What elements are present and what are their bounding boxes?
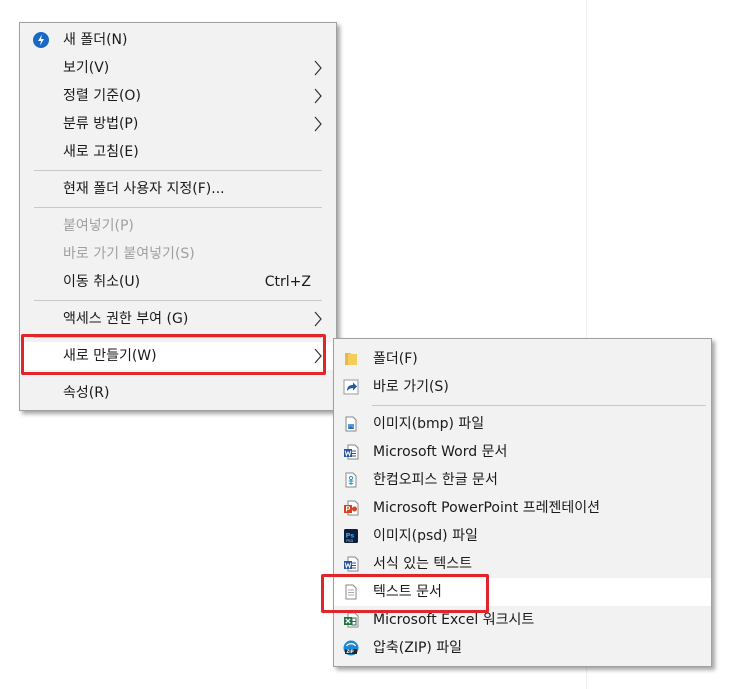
menu-item-label: 서식 있는 텍스트 xyxy=(373,556,473,572)
chevron-right-icon xyxy=(314,311,322,327)
menu-item-refresh[interactable]: 새로 고침(E) xyxy=(20,138,336,166)
shortcut-icon xyxy=(343,379,359,395)
svg-text:ZIP: ZIP xyxy=(346,649,353,654)
rich-text-icon xyxy=(343,556,359,572)
zip-archive-icon: ZIP xyxy=(343,640,359,656)
menu-item-label: Microsoft PowerPoint 프레젠테이션 xyxy=(373,500,600,516)
menu-item-undo-move[interactable]: 이동 취소(U) Ctrl+Z xyxy=(20,268,336,296)
submenu-item-word[interactable]: Microsoft Word 문서 xyxy=(334,438,711,466)
menu-item-view[interactable]: 보기(V) xyxy=(20,54,336,82)
submenu-item-hwp[interactable]: 한컴오피스 한글 문서 xyxy=(334,466,711,494)
highlight-text-document-item xyxy=(321,574,489,613)
menu-item-properties[interactable]: 속성(R) xyxy=(20,379,336,407)
menu-item-new-folder[interactable]: 새 폴더(N) xyxy=(20,26,336,54)
folder-icon xyxy=(343,351,359,367)
chevron-right-icon xyxy=(314,60,322,76)
highlight-new-menu-item xyxy=(21,334,326,375)
menu-item-customize-folder[interactable]: 현재 폴더 사용자 지정(F)... xyxy=(20,175,336,203)
menu-item-label: 이미지(bmp) 파일 xyxy=(373,416,485,432)
submenu-item-folder[interactable]: 폴더(F) xyxy=(334,345,711,373)
chevron-right-icon xyxy=(314,116,322,132)
menu-item-label: 보기(V) xyxy=(63,60,110,76)
menu-separator xyxy=(34,207,322,208)
menu-item-sort-by[interactable]: 정렬 기준(O) xyxy=(20,82,336,110)
submenu-item-psd[interactable]: Ps PSD 이미지(psd) 파일 xyxy=(334,522,711,550)
menu-item-label: 분류 방법(P) xyxy=(63,116,139,132)
menu-item-label: 이미지(psd) 파일 xyxy=(373,528,478,544)
menu-item-label: 속성(R) xyxy=(63,385,110,401)
excel-icon xyxy=(343,612,359,628)
photoshop-icon: Ps PSD xyxy=(343,528,359,544)
menu-item-label: 붙여넣기(P) xyxy=(63,218,134,234)
menu-item-label: 새로 고침(E) xyxy=(63,144,139,160)
menu-item-label: 바로 가기 붙여넣기(S) xyxy=(63,246,195,262)
powerpoint-icon xyxy=(343,500,359,516)
menu-item-label: 한컴오피스 한글 문서 xyxy=(373,472,498,488)
menu-item-label: 새 폴더(N) xyxy=(63,32,128,48)
menu-item-group-by[interactable]: 분류 방법(P) xyxy=(20,110,336,138)
new-folder-icon xyxy=(33,32,49,48)
menu-separator xyxy=(34,170,322,171)
submenu-item-bitmap[interactable]: 이미지(bmp) 파일 xyxy=(334,410,711,438)
word-document-icon xyxy=(343,444,359,460)
menu-item-label: Microsoft Word 문서 xyxy=(373,444,508,460)
submenu-item-zip[interactable]: ZIP 압축(ZIP) 파일 xyxy=(334,634,711,662)
menu-item-label: Microsoft Excel 워크시트 xyxy=(373,612,535,628)
chevron-right-icon xyxy=(314,88,322,104)
hwp-document-icon xyxy=(343,472,359,488)
submenu-item-powerpoint[interactable]: Microsoft PowerPoint 프레젠테이션 xyxy=(334,494,711,522)
svg-text:PSD: PSD xyxy=(346,539,353,543)
menu-item-paste-shortcut: 바로 가기 붙여넣기(S) xyxy=(20,240,336,268)
menu-item-label: 압축(ZIP) 파일 xyxy=(373,640,463,656)
menu-item-label: 현재 폴더 사용자 지정(F)... xyxy=(63,181,225,197)
menu-separator xyxy=(372,405,706,406)
menu-item-label: 이동 취소(U) xyxy=(63,274,141,290)
menu-item-paste: 붙여넣기(P) xyxy=(20,212,336,240)
menu-item-give-access[interactable]: 액세스 권한 부여 (G) xyxy=(20,305,336,333)
keyboard-shortcut: Ctrl+Z xyxy=(264,274,311,290)
submenu-item-shortcut[interactable]: 바로 가기(S) xyxy=(334,373,711,401)
new-submenu: 폴더(F) 바로 가기(S) 이미지(bmp) 파일 Microsoft Wor… xyxy=(333,338,712,667)
menu-item-label: 정렬 기준(O) xyxy=(63,88,141,104)
bitmap-image-icon xyxy=(343,416,359,432)
menu-separator xyxy=(34,300,322,301)
menu-item-label: 바로 가기(S) xyxy=(373,379,449,395)
menu-item-label: 폴더(F) xyxy=(373,351,418,367)
menu-item-label: 액세스 권한 부여 (G) xyxy=(63,311,189,327)
